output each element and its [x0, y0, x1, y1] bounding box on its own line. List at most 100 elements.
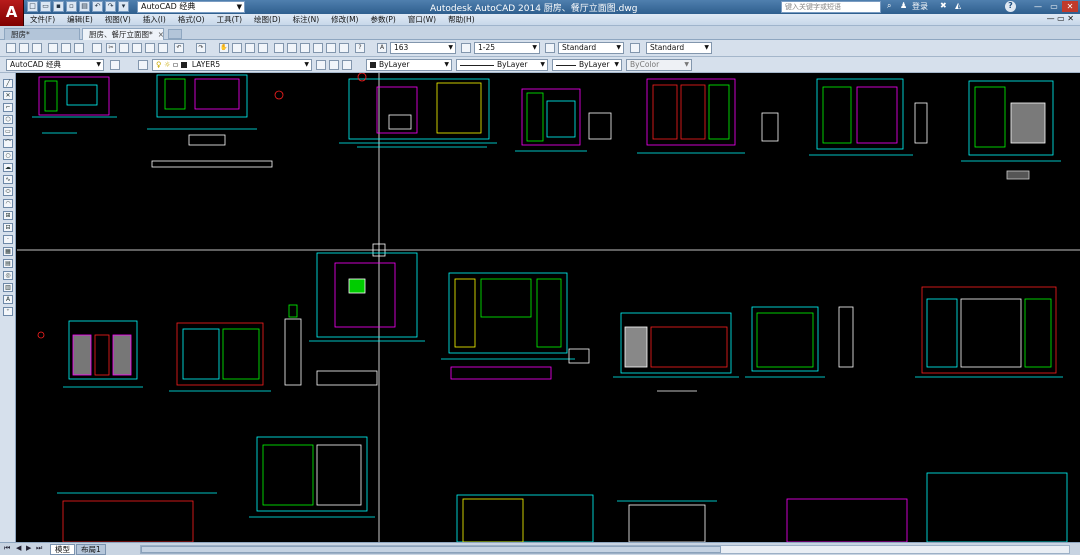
new-icon[interactable]: □	[27, 1, 38, 12]
spline-icon[interactable]: ∿	[3, 175, 13, 184]
redo-icon[interactable]: ↷	[105, 1, 116, 12]
menu-edit[interactable]: 编辑(E)	[67, 14, 93, 25]
insert-block-icon[interactable]: ⊞	[3, 211, 13, 220]
menu-format[interactable]: 格式(O)	[178, 14, 205, 25]
arc-icon[interactable]: ⌒	[3, 139, 13, 148]
prev-tab-icon[interactable]: ◀	[16, 544, 21, 552]
menu-window[interactable]: 窗口(W)	[408, 14, 436, 25]
menu-parametric[interactable]: 参数(P)	[370, 14, 395, 25]
layer-manager-icon[interactable]	[138, 60, 148, 70]
workspace-settings-icon[interactable]	[110, 60, 120, 70]
open-icon[interactable]: ▭	[40, 1, 51, 12]
last-tab-icon[interactable]: ⏭	[36, 544, 42, 553]
3d-icon[interactable]	[92, 43, 102, 53]
menu-insert[interactable]: 插入(I)	[143, 14, 166, 25]
menu-tools[interactable]: 工具(T)	[217, 14, 242, 25]
tool-palettes-icon[interactable]	[300, 43, 310, 53]
save-as-icon[interactable]: ▫	[66, 1, 77, 12]
pan-icon[interactable]: ✋	[219, 43, 229, 53]
point-icon[interactable]: ·	[3, 235, 13, 244]
doc-window-controls[interactable]: — ▭ ✕	[1047, 14, 1074, 23]
polygon-icon[interactable]: ⬡	[3, 115, 13, 124]
login-link[interactable]: 登录	[912, 1, 928, 12]
line-icon[interactable]: ╱	[3, 79, 13, 88]
search-icon[interactable]: ⌕	[887, 1, 891, 11]
horizontal-scrollbar[interactable]	[140, 545, 1070, 554]
dim-style-select[interactable]: 1-25 ▼	[474, 42, 540, 54]
workspace-select[interactable]: AutoCAD 经典 ▼	[137, 1, 245, 13]
table-style-icon[interactable]	[545, 43, 555, 53]
color-select[interactable]: ByLayer ▼	[366, 59, 452, 71]
rectangle-icon[interactable]: ▭	[3, 127, 13, 136]
markup-icon[interactable]	[326, 43, 336, 53]
copy-icon[interactable]	[119, 43, 129, 53]
a360-icon[interactable]: ◭	[955, 1, 961, 10]
region-icon[interactable]: ◎	[3, 271, 13, 280]
restore-button[interactable]: ▭	[1046, 1, 1062, 12]
zoom-previous-icon[interactable]	[258, 43, 268, 53]
redo-icon[interactable]: ↷	[196, 43, 206, 53]
lineweight-select[interactable]: ByLayer ▼	[552, 59, 622, 71]
properties-icon[interactable]	[274, 43, 284, 53]
new-tab-button[interactable]	[168, 29, 182, 39]
close-button[interactable]: ✕	[1062, 1, 1078, 12]
text-height-select[interactable]: 163 ▼	[390, 42, 456, 54]
print-icon[interactable]	[48, 43, 58, 53]
menu-file[interactable]: 文件(F)	[30, 14, 55, 25]
undo-icon[interactable]: ↶	[174, 43, 184, 53]
save-icon[interactable]: ▪	[53, 1, 64, 12]
ellipse-icon[interactable]: ⬭	[3, 187, 13, 196]
paste-icon[interactable]	[132, 43, 142, 53]
hatch-icon[interactable]: ▦	[3, 247, 13, 256]
design-center-icon[interactable]	[287, 43, 297, 53]
ellipse-arc-icon[interactable]: ◠	[3, 199, 13, 208]
multileader-style-icon[interactable]	[630, 43, 640, 53]
construction-line-icon[interactable]: ✕	[3, 91, 13, 100]
text-style-icon[interactable]: A	[377, 43, 387, 53]
table-icon[interactable]: ▥	[3, 283, 13, 292]
minimize-button[interactable]: —	[1030, 1, 1046, 12]
tab-model[interactable]: 模型	[50, 544, 75, 555]
menu-draw[interactable]: 绘图(D)	[254, 14, 281, 25]
tab-kitchen[interactable]: 厨房*	[4, 28, 80, 40]
revision-cloud-icon[interactable]: ☁	[3, 163, 13, 172]
linetype-select[interactable]: ByLayer ▼	[456, 59, 548, 71]
make-current-layer-icon[interactable]	[316, 60, 326, 70]
undo-icon[interactable]: ↶	[92, 1, 103, 12]
zoom-realtime-icon[interactable]	[232, 43, 242, 53]
mtext-icon[interactable]: A	[3, 295, 13, 304]
layer-state-icon[interactable]	[342, 60, 352, 70]
text-style-select[interactable]: Standard ▼	[558, 42, 624, 54]
tab-layout1[interactable]: 布局1	[76, 544, 106, 555]
match-properties-icon[interactable]	[145, 43, 155, 53]
menu-view[interactable]: 视图(V)	[105, 14, 131, 25]
circle-icon[interactable]: ○	[3, 151, 13, 160]
menu-help[interactable]: 帮助(H)	[448, 14, 475, 25]
sheet-set-icon[interactable]	[313, 43, 323, 53]
close-icon[interactable]: ×	[158, 30, 164, 39]
autocad-logo[interactable]: A	[0, 0, 24, 26]
calculator-icon[interactable]	[339, 43, 349, 53]
next-tab-icon[interactable]: ▶	[26, 544, 31, 552]
scrollbar-thumb[interactable]	[141, 546, 721, 553]
exchange-icon[interactable]: ✖	[940, 1, 947, 10]
block-editor-icon[interactable]	[158, 43, 168, 53]
layer-select[interactable]: ♀ ☼ ▫ LAYER5 ▼	[152, 59, 312, 71]
add-selected-icon[interactable]: ⁺	[3, 307, 13, 316]
publish-icon[interactable]	[74, 43, 84, 53]
layer-previous-icon[interactable]	[329, 60, 339, 70]
search-input[interactable]: 键入关键字或短语	[781, 1, 881, 13]
menu-modify[interactable]: 修改(M)	[331, 14, 358, 25]
preview-icon[interactable]	[61, 43, 71, 53]
model-space-canvas[interactable]	[17, 73, 1080, 542]
new-icon[interactable]	[6, 43, 16, 53]
table-style-select[interactable]: Standard ▼	[646, 42, 712, 54]
plot-style-select[interactable]: ByColor ▼	[626, 59, 692, 71]
dropdown-icon[interactable]: ▾	[118, 1, 129, 12]
make-block-icon[interactable]: ⊟	[3, 223, 13, 232]
gradient-icon[interactable]: ▤	[3, 259, 13, 268]
cut-icon[interactable]: ✂	[106, 43, 116, 53]
workspace-select[interactable]: AutoCAD 经典 ▼	[6, 59, 104, 71]
user-icon[interactable]: ♟	[900, 1, 907, 10]
zoom-window-icon[interactable]	[245, 43, 255, 53]
